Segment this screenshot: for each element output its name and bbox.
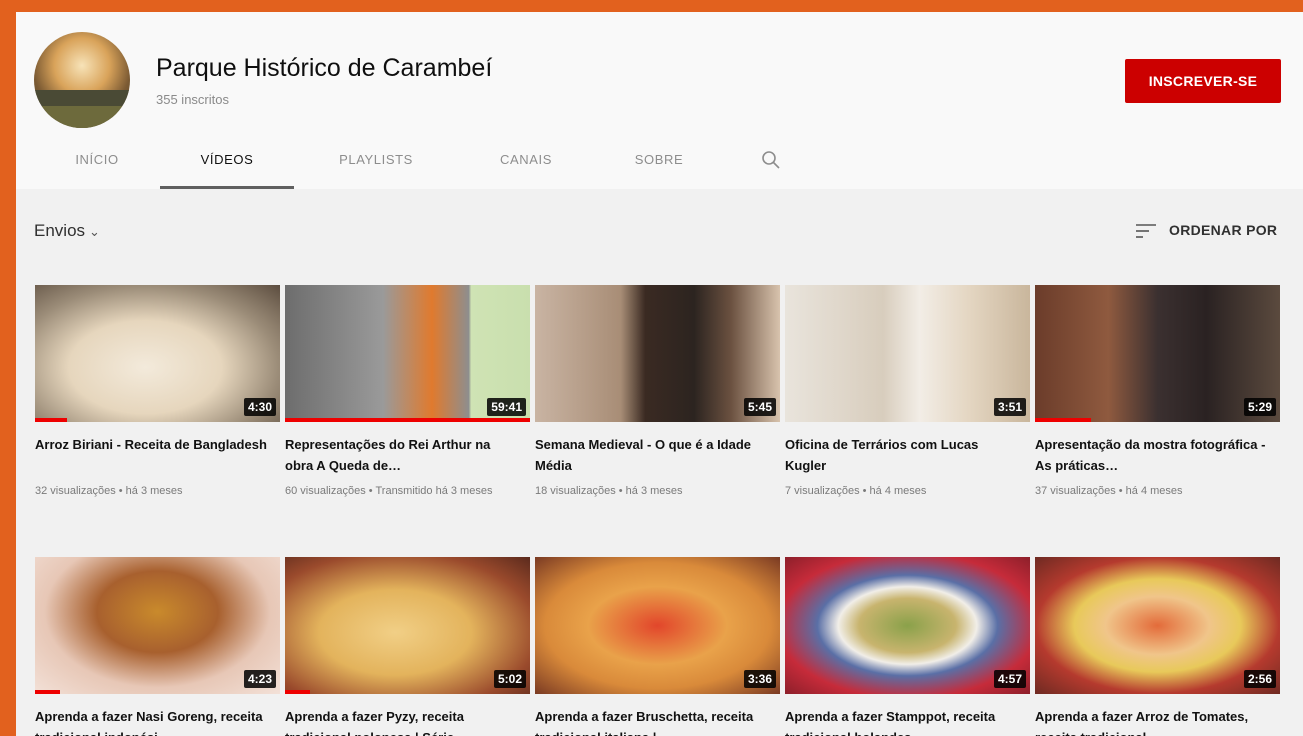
tab-about[interactable]: SOBRE xyxy=(614,147,704,189)
watch-progress xyxy=(35,418,67,422)
video-meta: 18 visualizações • há 3 meses xyxy=(535,485,683,497)
video-meta: 7 visualizações • há 4 meses xyxy=(785,485,927,497)
tab-channels[interactable]: CANAIS xyxy=(476,147,576,189)
video-thumbnail[interactable]: 5:45 xyxy=(535,285,780,422)
sort-icon xyxy=(1136,224,1156,238)
video-card[interactable]: 2:56 Aprenda a fazer Arroz de Tomates, r… xyxy=(1035,557,1280,736)
video-duration: 2:56 xyxy=(1243,670,1276,688)
sort-button[interactable]: ORDENAR POR xyxy=(1135,219,1285,243)
video-card[interactable]: 3:36 Aprenda a fazer Bruschetta, receita… xyxy=(535,557,780,736)
video-card[interactable]: 5:29 Apresentação da mostra fotográfica … xyxy=(1035,285,1280,500)
tab-home[interactable]: INÍCIO xyxy=(58,147,136,189)
video-card[interactable]: 4:23 Aprenda a fazer Nasi Goreng, receit… xyxy=(35,557,280,736)
tab-videos[interactable]: VÍDEOS xyxy=(160,147,294,189)
video-title[interactable]: Oficina de Terrários com Lucas Kugler xyxy=(785,434,1020,476)
uploads-label: Envios xyxy=(34,221,86,240)
channel-avatar[interactable] xyxy=(34,32,130,128)
channel-header: Parque Histórico de Carambeí 355 inscrit… xyxy=(16,12,1303,189)
search-icon[interactable] xyxy=(761,150,781,170)
video-duration: 4:30 xyxy=(243,398,276,416)
subscribe-button[interactable]: INSCREVER-SE xyxy=(1125,59,1281,103)
video-meta: 32 visualizações • há 3 meses xyxy=(35,485,183,497)
video-duration: 59:41 xyxy=(487,398,526,416)
video-duration: 4:57 xyxy=(993,670,1026,688)
video-meta: 60 visualizações • Transmitido há 3 mese… xyxy=(285,485,493,497)
video-thumbnail[interactable]: 5:02 xyxy=(285,557,530,694)
watch-progress xyxy=(35,690,60,694)
tab-playlists[interactable]: PLAYLISTS xyxy=(316,147,436,189)
video-title[interactable]: Semana Medieval - O que é a Idade Média xyxy=(535,434,770,476)
video-card[interactable]: 59:41 Representações do Rei Arthur na ob… xyxy=(285,285,530,500)
video-duration: 5:29 xyxy=(1243,398,1276,416)
video-title[interactable]: Aprenda a fazer Arroz de Tomates, receit… xyxy=(1035,706,1270,736)
video-card[interactable]: 5:45 Semana Medieval - O que é a Idade M… xyxy=(535,285,780,500)
video-duration: 5:02 xyxy=(493,670,526,688)
video-thumbnail[interactable]: 59:41 xyxy=(285,285,530,422)
sort-label: ORDENAR POR xyxy=(1169,222,1278,238)
video-thumbnail[interactable]: 2:56 xyxy=(1035,557,1280,694)
channel-page: Parque Histórico de Carambeí 355 inscrit… xyxy=(16,12,1303,736)
video-card[interactable]: 3:51 Oficina de Terrários com Lucas Kugl… xyxy=(785,285,1030,500)
video-thumbnail[interactable]: 4:57 xyxy=(785,557,1030,694)
video-thumbnail[interactable]: 3:36 xyxy=(535,557,780,694)
channel-name: Parque Histórico de Carambeí xyxy=(156,54,493,82)
video-title[interactable]: Arroz Biriani - Receita de Bangladesh xyxy=(35,434,270,476)
video-meta: 37 visualizações • há 4 meses xyxy=(1035,485,1183,497)
videos-section: Envios ⌄ ORDENAR POR 4:30 Arroz Biriani -… xyxy=(16,189,1303,736)
video-title[interactable]: Representações do Rei Arthur na obra A Q… xyxy=(285,434,520,476)
video-thumbnail[interactable]: 5:29 xyxy=(1035,285,1280,422)
watch-progress xyxy=(285,690,310,694)
video-duration: 5:45 xyxy=(743,398,776,416)
channel-tabs: INÍCIO VÍDEOS PLAYLISTS CANAIS SOBRE xyxy=(16,147,1303,189)
video-thumbnail[interactable]: 4:23 xyxy=(35,557,280,694)
video-thumbnail[interactable]: 3:51 xyxy=(785,285,1030,422)
subscriber-count: 355 inscritos xyxy=(156,92,229,107)
watch-progress xyxy=(1035,418,1092,422)
video-card[interactable]: 5:02 Aprenda a fazer Pyzy, receita tradi… xyxy=(285,557,530,736)
chevron-down-icon: ⌄ xyxy=(89,224,100,239)
video-duration: 3:51 xyxy=(993,398,1026,416)
video-title[interactable]: Aprenda a fazer Nasi Goreng, receita tra… xyxy=(35,706,270,736)
uploads-dropdown[interactable]: Envios ⌄ xyxy=(34,221,100,241)
video-title[interactable]: Aprenda a fazer Stamppot, receita tradic… xyxy=(785,706,1020,736)
watch-progress xyxy=(285,418,530,422)
video-title[interactable]: Aprenda a fazer Pyzy, receita tradiciona… xyxy=(285,706,520,736)
video-card[interactable]: 4:30 Arroz Biriani - Receita de Banglade… xyxy=(35,285,280,500)
video-duration: 4:23 xyxy=(243,670,276,688)
video-duration: 3:36 xyxy=(743,670,776,688)
video-title[interactable]: Apresentação da mostra fotográfica - As … xyxy=(1035,434,1270,476)
video-card[interactable]: 4:57 Aprenda a fazer Stamppot, receita t… xyxy=(785,557,1030,736)
video-title[interactable]: Aprenda a fazer Bruschetta, receita trad… xyxy=(535,706,770,736)
video-thumbnail[interactable]: 4:30 xyxy=(35,285,280,422)
